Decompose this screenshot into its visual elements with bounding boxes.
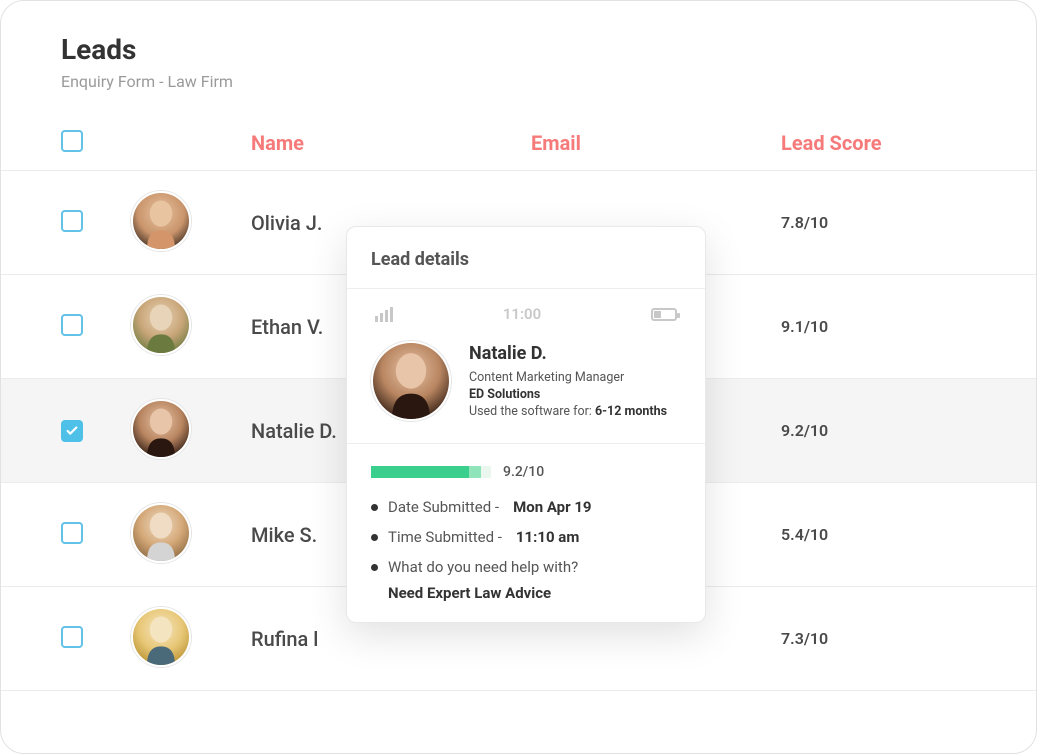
detail-help-row: What do you need help with? (371, 558, 681, 576)
lead-score: 9.2/10 (781, 421, 1036, 440)
row-checkbox[interactable] (61, 522, 83, 544)
date-label: Date Submitted - (388, 498, 499, 516)
column-header-score[interactable]: Lead Score (781, 131, 1036, 155)
signal-icon (375, 306, 393, 322)
avatar (131, 399, 191, 459)
row-checkbox[interactable] (61, 210, 83, 232)
leads-panel: Leads Enquiry Form - Law Firm Name Email… (0, 0, 1037, 754)
detail-statusbar: 11:00 (347, 289, 705, 337)
row-checkbox[interactable] (61, 420, 83, 442)
detail-time-row: Time Submitted - 11:10 am (371, 528, 681, 546)
avatar (131, 607, 191, 667)
row-checkbox[interactable] (61, 626, 83, 648)
detail-person-role: Content Marketing Manager (469, 370, 667, 385)
lead-detail-card: Lead details 11:00 Natalie D. Content Ma… (346, 226, 706, 623)
detail-date-row: Date Submitted - Mon Apr 19 (371, 498, 681, 516)
detail-person-usage: Used the software for: 6-12 months (469, 404, 667, 419)
time-label: Time Submitted - (388, 528, 502, 546)
bullet-icon (371, 534, 378, 541)
detail-avatar (371, 341, 451, 421)
detail-person-company: ED Solutions (469, 387, 667, 402)
status-time: 11:00 (503, 305, 541, 323)
row-checkbox[interactable] (61, 314, 83, 336)
avatar (131, 191, 191, 251)
time-value: 11:10 am (516, 528, 579, 546)
column-header-email[interactable]: Email (531, 131, 781, 155)
column-header-name[interactable]: Name (251, 131, 531, 155)
bullet-icon (371, 564, 378, 571)
help-label: What do you need help with? (388, 558, 578, 576)
page-title: Leads (1, 33, 1036, 72)
page-subtitle: Enquiry Form - Law Firm (1, 72, 1036, 115)
lead-score: 7.8/10 (781, 213, 1036, 232)
battery-icon (651, 308, 677, 321)
progress-value: 9.2/10 (503, 464, 544, 480)
avatar (131, 503, 191, 563)
lead-score: 7.3/10 (781, 629, 1036, 648)
date-value: Mon Apr 19 (513, 498, 591, 516)
detail-person: Natalie D. Content Marketing Manager ED … (347, 337, 705, 444)
detail-person-name: Natalie D. (469, 343, 667, 364)
table-header: Name Email Lead Score (1, 115, 1036, 171)
score-progress: 9.2/10 (371, 464, 681, 480)
detail-title: Lead details (347, 227, 705, 289)
lead-name: Rufina l (251, 627, 531, 651)
bullet-icon (371, 504, 378, 511)
avatar (131, 295, 191, 355)
select-all-checkbox[interactable] (61, 130, 83, 152)
lead-score: 5.4/10 (781, 525, 1036, 544)
lead-score: 9.1/10 (781, 317, 1036, 336)
progress-bar (371, 466, 491, 478)
help-value: Need Expert Law Advice (388, 584, 681, 602)
